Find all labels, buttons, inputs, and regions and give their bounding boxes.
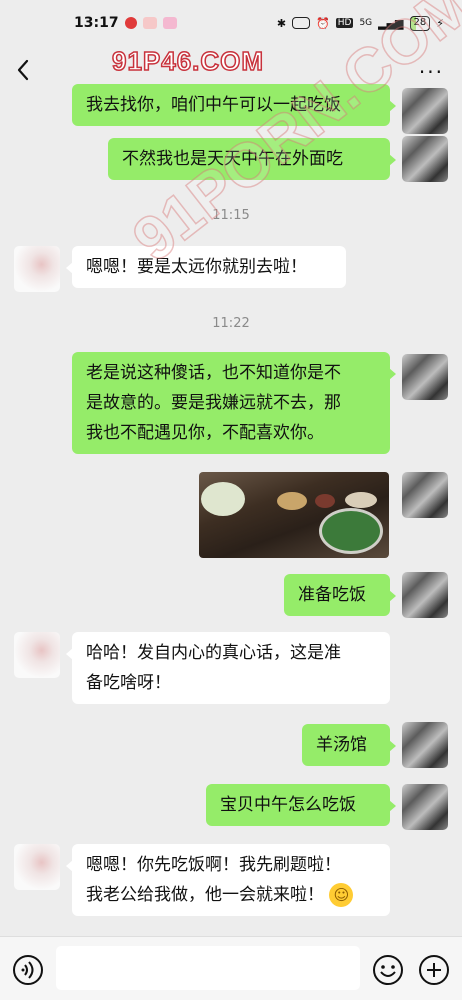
avatar[interactable] [402,784,448,830]
avatar[interactable] [402,472,448,518]
message-bubble-outgoing[interactable]: 准备吃饭 [284,574,396,616]
message-bubble-incoming[interactable]: 嗯嗯！要是太远你就别去啦！ [66,246,346,288]
alarm-icon: ⏰ [316,16,330,30]
food-plate [315,494,335,508]
avatar[interactable] [14,632,60,678]
avatar[interactable] [402,722,448,768]
status-bar: 13:17 ✱ ⏰ HD 5G ▂▄▆ 28 ⚡ [0,0,462,46]
avatar[interactable] [14,246,60,292]
status-time: 13:17 [74,15,119,31]
avatar[interactable] [14,844,60,890]
food-plate [345,492,377,508]
timestamp-label: 11:15 [212,208,250,223]
signal-icon: ▂▄▆ [378,16,404,30]
message-bubble-outgoing[interactable]: 羊汤馆 [302,724,396,766]
charging-icon: ⚡ [436,16,444,30]
message-bubble-incoming[interactable]: 嗯嗯！你先吃饭啊！我先刷题啦！ 我老公给我做，他一会就来啦！ ☺ [66,844,390,916]
notification-icons [124,17,177,29]
input-bar [0,936,462,1000]
message-bubble-outgoing[interactable]: 宝贝中午怎么吃饭 [206,784,396,826]
voice-input-icon[interactable] [12,954,44,986]
vibrate-icon [292,17,311,29]
hd-icon: HD [335,18,354,28]
food-plate [319,508,383,554]
message-bubble-outgoing[interactable]: 不然我也是天天中午在外面吃 [108,138,396,180]
network-label: 5G [359,18,373,28]
watermark-logo: 91P46.COM [111,45,265,77]
avatar[interactable] [402,88,448,134]
message-image[interactable] [199,472,389,558]
smile-emoji-icon: ☺ [329,883,354,907]
chat-area[interactable]: 我去找你，咱们中午可以一起吃饭 不然我也是天天中午在外面吃 11:15 嗯嗯！要… [0,80,462,936]
app-notification-icon [124,17,137,29]
battery-indicator: 28 [409,15,431,31]
food-plate [201,482,245,516]
message-bubble-incoming[interactable]: 哈哈！发自内心的真心话，这是准 备吃啥呀！ [66,632,390,704]
status-right: ✱ ⏰ HD 5G ▂▄▆ 28 ⚡ [276,15,444,31]
app-notification-icon [142,17,157,29]
more-options-icon[interactable]: ··· [419,60,444,84]
bluetooth-icon: ✱ [276,16,287,30]
avatar[interactable] [402,354,448,400]
plus-icon[interactable] [418,954,450,986]
emoji-icon[interactable] [372,954,404,986]
food-plate [277,492,307,510]
app-notification-icon [162,17,177,29]
timestamp-label: 11:22 [212,316,250,331]
message-input[interactable] [56,946,360,990]
avatar[interactable] [402,136,448,182]
message-bubble-outgoing[interactable]: 老是说这种傻话，也不知道你是不 是故意的。要是我嫌远就不去，那 我也不配遇见你，… [72,352,396,454]
back-arrow-icon[interactable] [14,56,34,84]
avatar[interactable] [402,572,448,618]
